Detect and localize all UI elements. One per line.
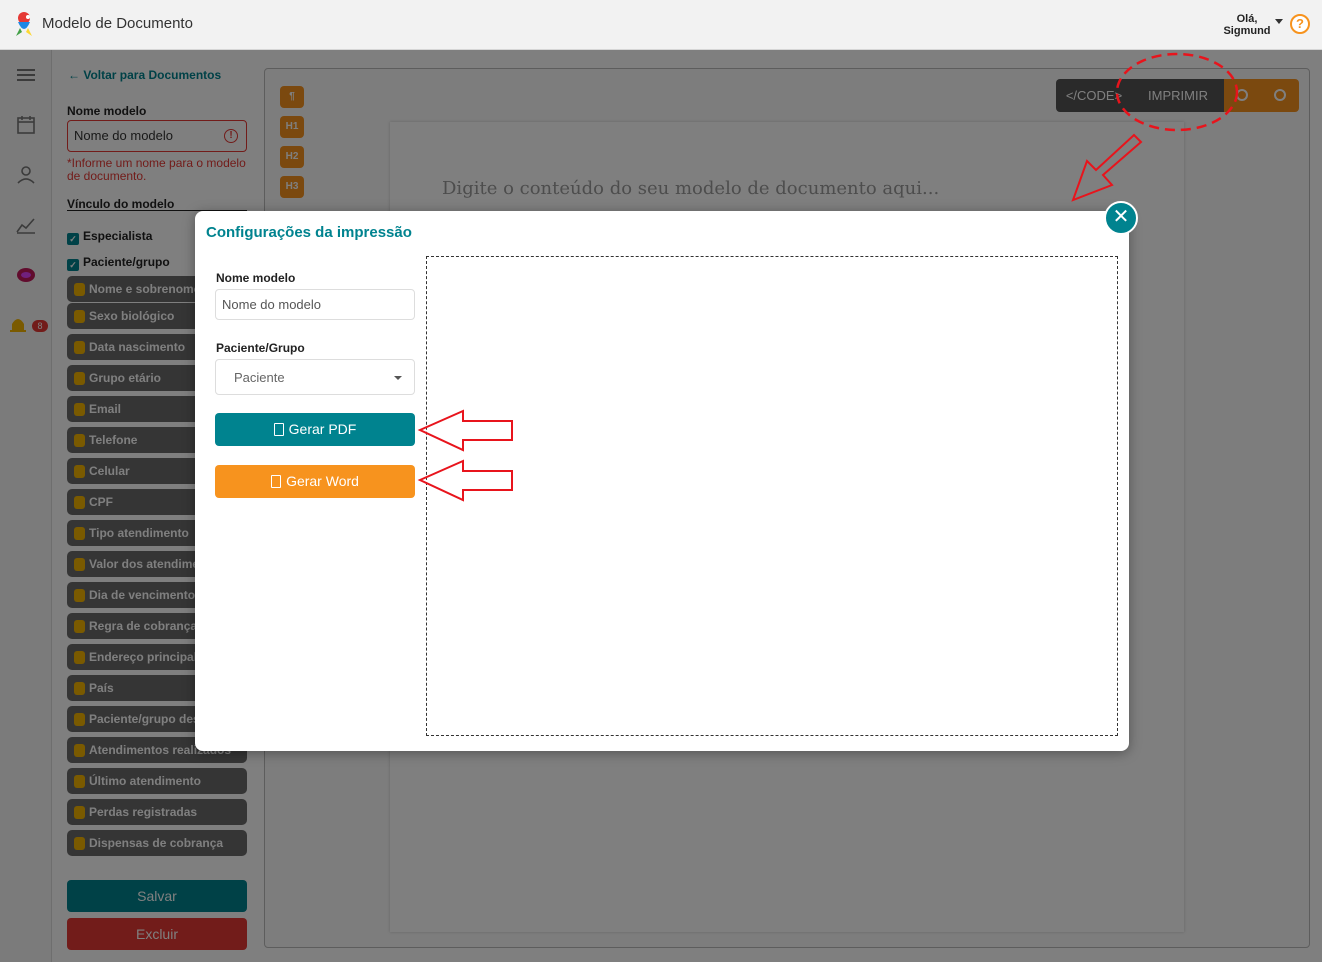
generate-pdf-label: Gerar PDF: [288, 421, 357, 437]
modal-name-label: Nome modelo: [216, 271, 296, 285]
modal-title: Configurações da impressão: [206, 224, 412, 241]
patient-group-value: Paciente: [234, 370, 285, 385]
pdf-file-icon: [273, 423, 284, 436]
close-icon[interactable]: ✕: [1104, 201, 1138, 235]
user-menu[interactable]: Olá, Sigmund: [1222, 13, 1272, 37]
top-bar: Modelo de Documento Olá, Sigmund ?: [0, 0, 1322, 50]
generate-word-label: Gerar Word: [286, 473, 359, 489]
generate-word-button[interactable]: Gerar Word: [215, 465, 415, 498]
chevron-down-icon[interactable]: [1275, 19, 1283, 24]
patient-group-label: Paciente/Grupo: [216, 341, 305, 355]
print-preview-area: [426, 256, 1118, 736]
modal-name-placeholder: Nome do modelo: [222, 297, 321, 312]
word-file-icon: [271, 475, 282, 488]
generate-pdf-button[interactable]: Gerar PDF: [215, 413, 415, 446]
user-name: Sigmund: [1223, 25, 1271, 37]
chevron-down-icon: [394, 376, 402, 380]
parrot-logo-icon: [16, 12, 32, 36]
modal-name-input[interactable]: Nome do modelo: [215, 289, 415, 320]
page-title: Modelo de Documento: [42, 15, 193, 32]
greeting-text: Olá,: [1236, 13, 1258, 25]
print-settings-modal: Configurações da impressão Nome modelo N…: [195, 211, 1129, 751]
patient-group-select[interactable]: Paciente: [215, 359, 415, 395]
help-icon[interactable]: ?: [1290, 14, 1310, 34]
